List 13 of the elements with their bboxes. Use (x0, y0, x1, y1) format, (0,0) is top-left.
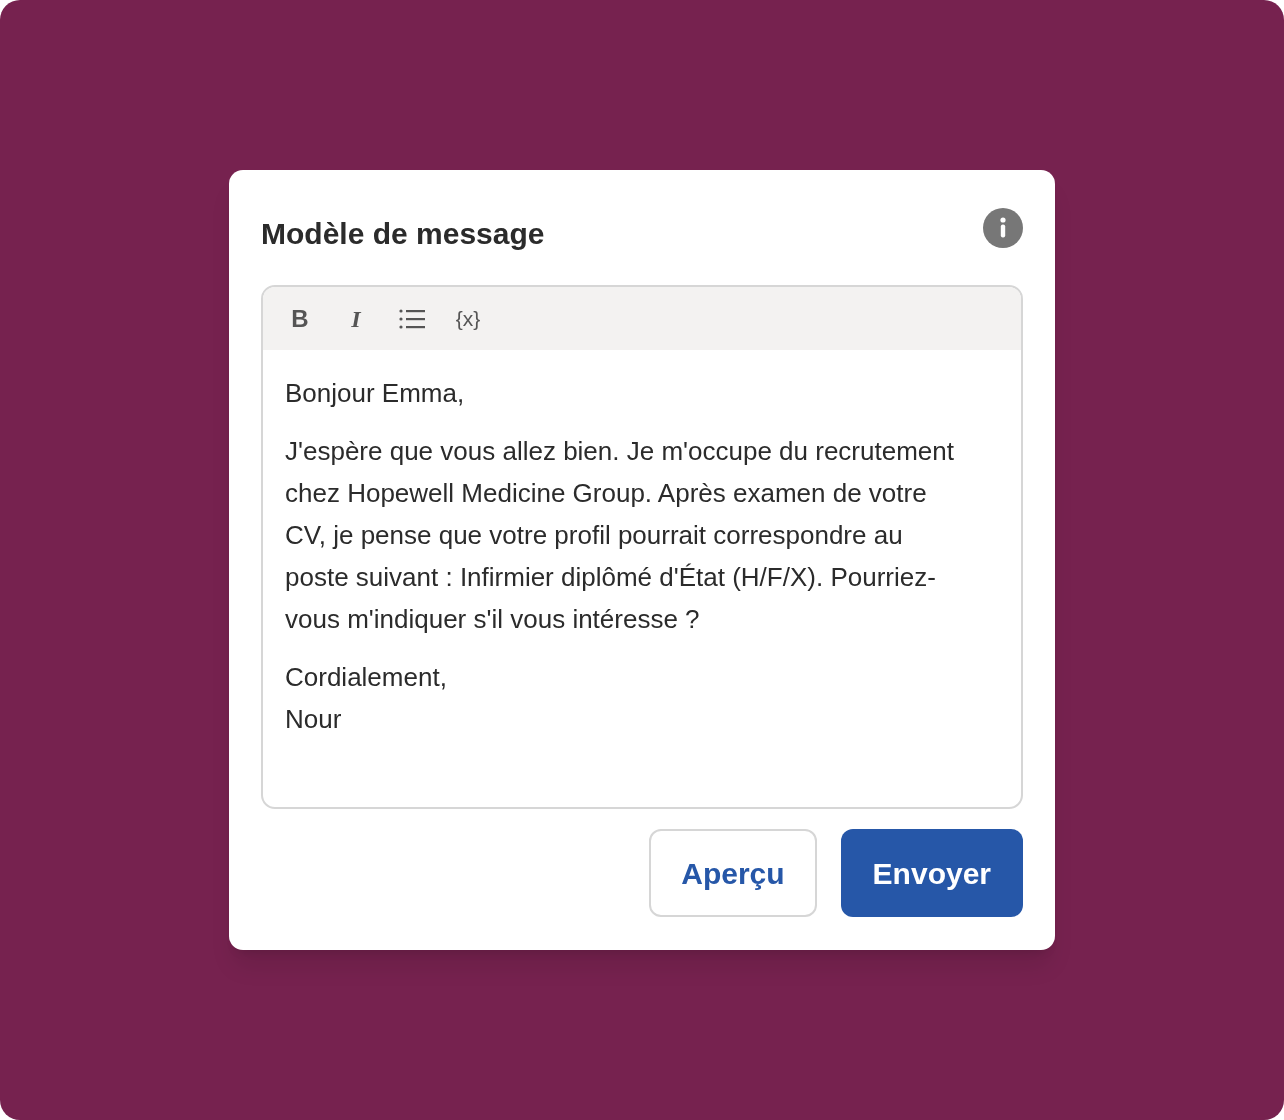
bold-button[interactable]: B (281, 299, 319, 338)
editor-field[interactable] (261, 285, 1023, 809)
closing-line: Cordialement, (285, 661, 448, 694)
italic-button[interactable]: I (337, 299, 375, 338)
send-button[interactable]: Envoyer (840, 829, 1023, 917)
message-paragraph: J'espère que vous allez bien. Je m'occupe du recrutement chez Hopewell Medicine Group. Après examen de votre CV, je pense que votre profil pourrait correspondre au poste suivant : Infirmier diplômé d'État (H/F/X). Pourriez-vous m'indiquer s'il vous intéresse ? (285, 435, 955, 636)
preview-button[interactable]: Aperçu (649, 829, 817, 917)
list-icon (399, 307, 425, 330)
info-icon[interactable] (983, 208, 1023, 248)
signature-line: Nour (285, 703, 343, 736)
message-paragraph: Bonjour Emma, (285, 377, 466, 410)
variable-button[interactable]: {x} (449, 299, 487, 338)
dialog-title: Modèle de message (261, 215, 545, 252)
